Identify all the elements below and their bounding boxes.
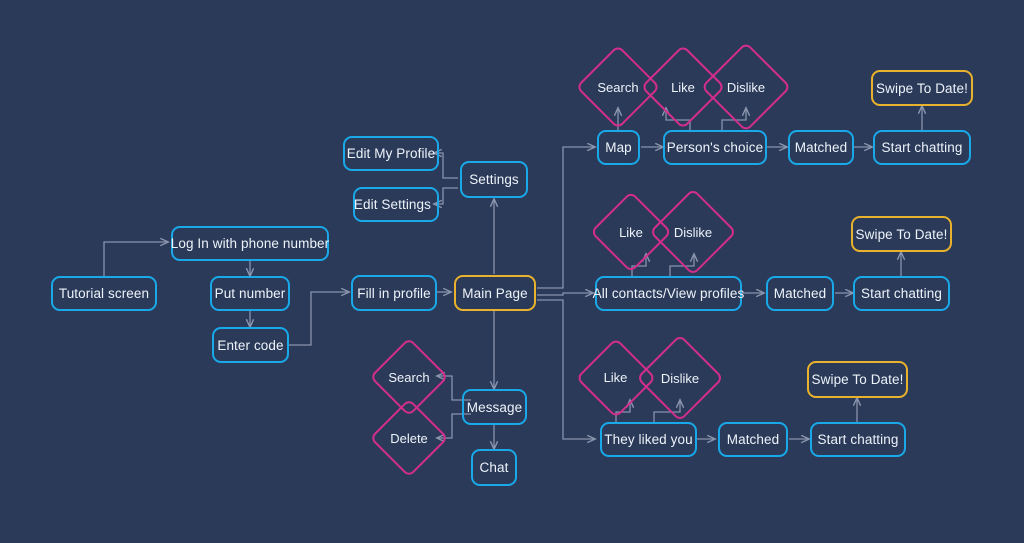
node-label: Start chatting	[881, 140, 963, 155]
node-swipe-to-date-top[interactable]: Swipe To Date!	[871, 70, 973, 106]
node-matched-bot[interactable]: Matched	[718, 422, 788, 457]
node-label: Settings	[469, 172, 519, 187]
node-label: Message	[466, 399, 523, 415]
node-main-page[interactable]: Main Page	[454, 275, 536, 311]
decision-like-bot[interactable]: Like	[575, 337, 656, 418]
node-label: Start chatting	[817, 432, 899, 447]
node-swipe-to-date-mid[interactable]: Swipe To Date!	[851, 216, 952, 252]
decision-dislike-mid[interactable]: Dislike	[649, 188, 737, 276]
decision-label: Like	[603, 370, 628, 385]
node-label: Enter code	[217, 337, 284, 353]
node-start-chatting-mid[interactable]: Start chatting	[853, 276, 950, 311]
node-label: Swipe To Date!	[811, 372, 904, 387]
node-start-chatting-top[interactable]: Start chatting	[873, 130, 971, 165]
node-edit-settings[interactable]: Edit Settings	[353, 187, 439, 222]
decision-search-map[interactable]: Search	[575, 44, 661, 130]
node-matched-mid[interactable]: Matched	[766, 276, 834, 311]
node-matched-top[interactable]: Matched	[788, 130, 854, 165]
node-label: Start chatting	[861, 286, 942, 301]
decision-label: Search	[597, 79, 639, 95]
node-label: Swipe To Date!	[855, 226, 948, 242]
flowchart-canvas: Tutorial screen Log In with phone number…	[0, 0, 1024, 543]
node-label: Edit My Profile	[346, 146, 436, 161]
node-label: They liked you	[604, 432, 693, 447]
decision-search-message[interactable]: Search	[369, 337, 449, 417]
decision-dislike-bot[interactable]: Dislike	[636, 334, 724, 422]
node-label: Swipe To Date!	[876, 80, 968, 96]
node-start-chatting-bot[interactable]: Start chatting	[810, 422, 906, 457]
node-message[interactable]: Message	[462, 389, 527, 425]
node-swipe-to-date-bot[interactable]: Swipe To Date!	[807, 361, 908, 398]
node-put-number[interactable]: Put number	[210, 276, 290, 311]
node-label: Put number	[214, 286, 286, 301]
node-label: Matched	[726, 432, 780, 447]
decision-label: Search	[388, 369, 430, 385]
node-tutorial-screen[interactable]: Tutorial screen	[51, 276, 157, 311]
node-label: Map	[605, 140, 632, 155]
node-label: Fill in profile	[357, 285, 431, 301]
node-map[interactable]: Map	[597, 130, 640, 165]
node-label: Main Page	[462, 285, 528, 301]
decision-delete-message[interactable]: Delete	[369, 398, 449, 478]
node-chat[interactable]: Chat	[471, 449, 517, 486]
node-they-liked-you[interactable]: They liked you	[600, 422, 697, 457]
node-edit-my-profile[interactable]: Edit My Profile	[343, 136, 439, 171]
node-all-contacts[interactable]: All contacts/View profiles	[592, 276, 745, 311]
decision-label: Dislike	[660, 370, 700, 386]
node-label: Matched	[794, 140, 848, 155]
node-settings[interactable]: Settings	[460, 161, 528, 198]
node-label: Tutorial screen	[58, 286, 150, 301]
node-label: Log In with phone number	[170, 236, 330, 251]
node-label: Edit Settings	[353, 197, 431, 212]
decision-label: Dislike	[726, 79, 766, 95]
node-fill-in-profile[interactable]: Fill in profile	[351, 275, 437, 311]
node-enter-code[interactable]: Enter code	[212, 327, 289, 363]
node-label: All contacts/View profiles	[592, 286, 745, 301]
decision-label: Delete	[390, 430, 428, 446]
decision-label: Dislike	[673, 224, 713, 240]
decision-dislike-top[interactable]: Dislike	[700, 41, 792, 133]
node-persons-choice[interactable]: Person's choice	[663, 130, 767, 165]
node-label: Chat	[479, 460, 509, 475]
node-label: Person's choice	[666, 140, 764, 155]
node-label: Matched	[773, 286, 827, 301]
node-log-in[interactable]: Log In with phone number	[171, 226, 329, 261]
